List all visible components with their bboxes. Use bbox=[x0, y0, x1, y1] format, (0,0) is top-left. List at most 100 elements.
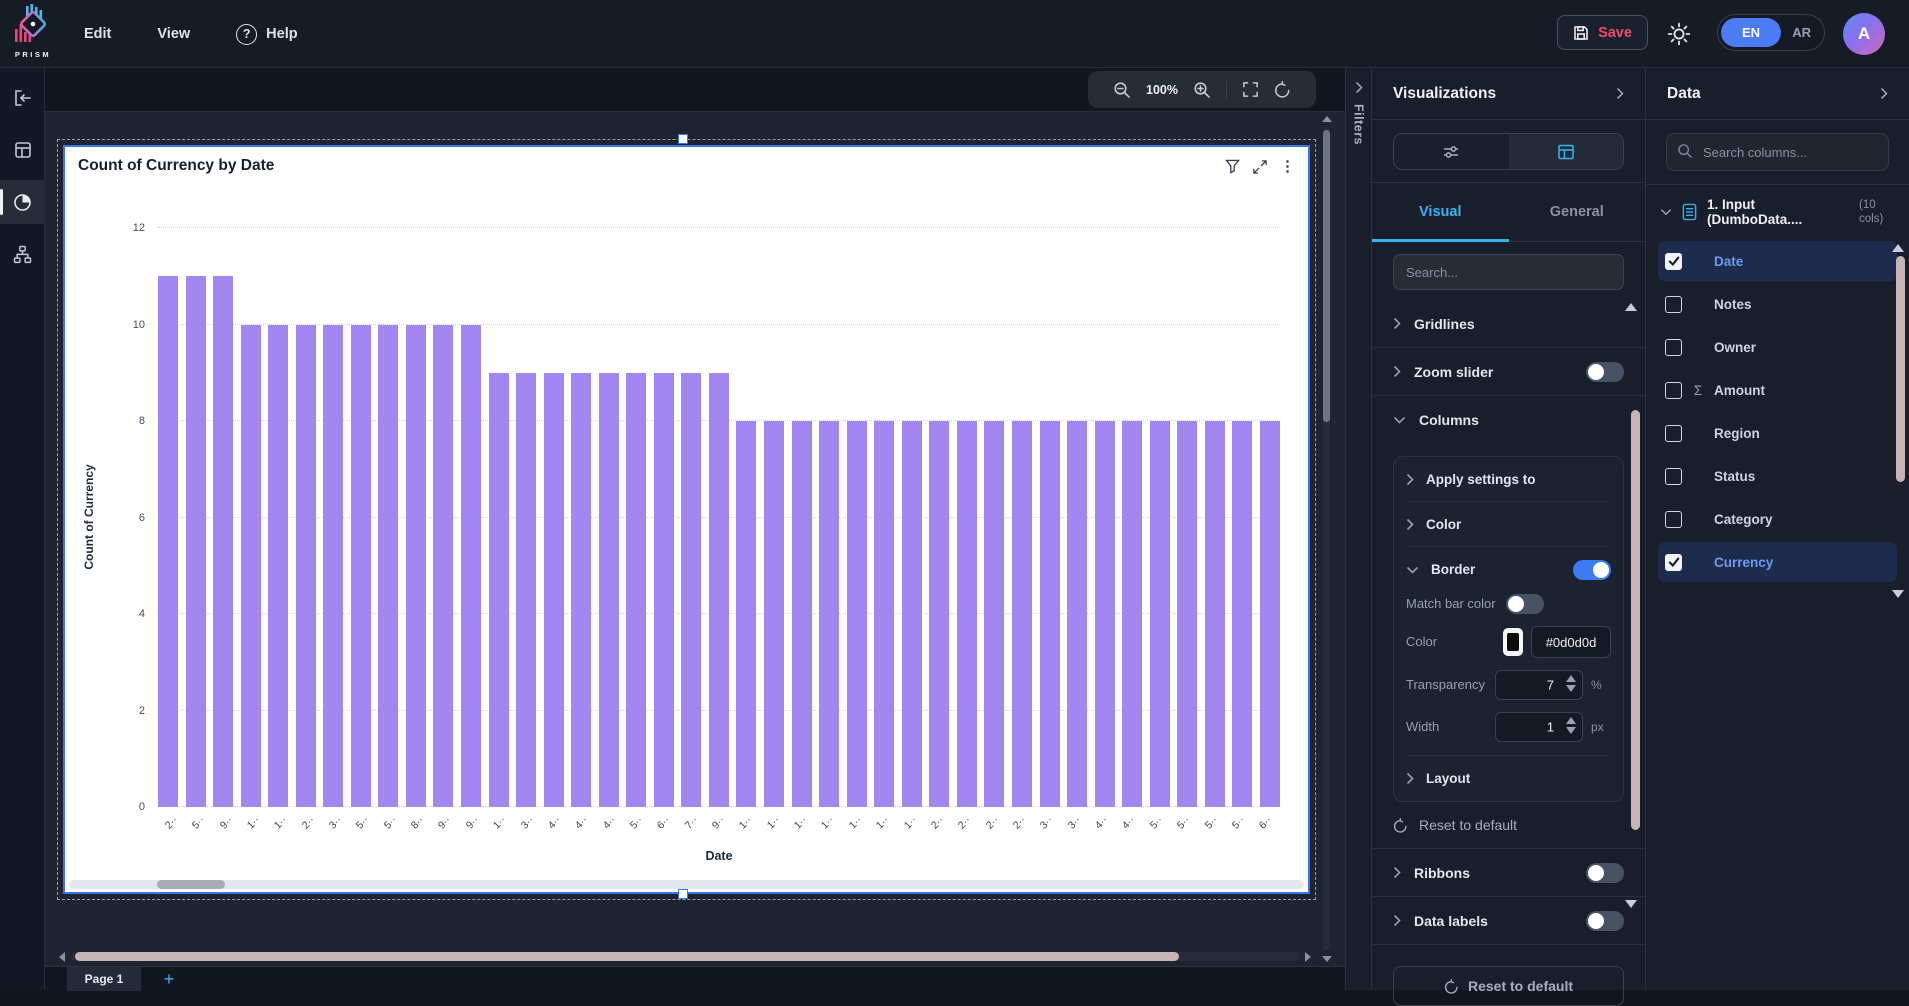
bar[interactable] bbox=[323, 325, 343, 808]
menu-help[interactable]: ? Help bbox=[236, 24, 297, 45]
field-checkbox[interactable] bbox=[1665, 511, 1682, 528]
border-color-value[interactable]: #0d0d0d bbox=[1531, 626, 1611, 658]
section-data-labels[interactable]: Data labels bbox=[1372, 897, 1645, 945]
bar[interactable] bbox=[957, 421, 977, 807]
canvas-horizontal-scrollbar[interactable] bbox=[57, 950, 1313, 963]
scroll-up-arrow[interactable] bbox=[1322, 116, 1332, 122]
bar[interactable] bbox=[654, 373, 674, 807]
visualizations-collapse-chevron-icon[interactable] bbox=[1616, 87, 1624, 100]
bar[interactable] bbox=[626, 373, 646, 807]
field-row[interactable]: Category bbox=[1658, 499, 1897, 539]
app-logo[interactable]: PRISM bbox=[9, 2, 57, 66]
bar[interactable] bbox=[544, 373, 564, 807]
field-row[interactable]: Currency bbox=[1658, 542, 1897, 582]
bar[interactable] bbox=[984, 421, 1004, 807]
dashboard-layout-icon[interactable] bbox=[0, 128, 45, 172]
field-row[interactable]: Region bbox=[1658, 413, 1897, 453]
viz-picker-layout[interactable] bbox=[1509, 134, 1624, 169]
chart-scrollbar-thumb[interactable] bbox=[157, 880, 225, 889]
bar[interactable] bbox=[1122, 421, 1142, 807]
scroll-down-arrow[interactable] bbox=[1322, 956, 1332, 962]
more-options-icon[interactable]: ⋮ bbox=[1280, 159, 1295, 174]
transparency-stepper[interactable] bbox=[1566, 675, 1576, 692]
bar[interactable] bbox=[1177, 421, 1197, 807]
field-row[interactable]: Status bbox=[1658, 456, 1897, 496]
scroll-left-arrow[interactable] bbox=[59, 952, 65, 962]
selection-handle-bottom[interactable] bbox=[678, 889, 688, 899]
zoom-out-icon[interactable] bbox=[1113, 81, 1131, 99]
bar[interactable] bbox=[599, 373, 619, 807]
tab-general[interactable]: General bbox=[1509, 183, 1646, 241]
bar[interactable] bbox=[792, 421, 812, 807]
data-collapse-chevron-icon[interactable] bbox=[1880, 87, 1888, 100]
bar[interactable] bbox=[296, 325, 316, 808]
data-search-input[interactable] bbox=[1666, 133, 1889, 171]
bar[interactable] bbox=[516, 373, 536, 807]
section-columns[interactable]: Columns bbox=[1372, 396, 1645, 444]
tab-visual[interactable]: Visual bbox=[1372, 183, 1509, 241]
bar[interactable] bbox=[902, 421, 922, 807]
user-avatar[interactable]: A bbox=[1843, 13, 1885, 55]
scroll-hint-down-icon[interactable] bbox=[1625, 900, 1637, 908]
save-button[interactable]: Save bbox=[1557, 15, 1648, 50]
zoom-slider-toggle[interactable] bbox=[1586, 362, 1624, 382]
bar[interactable] bbox=[929, 421, 949, 807]
field-row[interactable]: Owner bbox=[1658, 327, 1897, 367]
language-en[interactable]: EN bbox=[1721, 18, 1781, 47]
scroll-hint-up-icon[interactable] bbox=[1625, 303, 1637, 311]
bar[interactable] bbox=[1095, 421, 1115, 807]
bar[interactable] bbox=[681, 373, 701, 807]
page-tab-1[interactable]: Page 1 bbox=[67, 967, 141, 991]
bar[interactable] bbox=[406, 325, 426, 808]
zoom-in-icon[interactable] bbox=[1193, 81, 1211, 99]
hscroll-thumb[interactable] bbox=[75, 952, 1179, 961]
step-up-icon[interactable] bbox=[1566, 717, 1576, 724]
step-down-icon[interactable] bbox=[1566, 685, 1576, 692]
border-color-swatch[interactable] bbox=[1503, 628, 1523, 656]
canvas-vertical-scrollbar[interactable] bbox=[1320, 112, 1334, 966]
field-checkbox[interactable] bbox=[1665, 468, 1682, 485]
field-checkbox[interactable] bbox=[1665, 554, 1682, 571]
field-row[interactable]: Σ Amount bbox=[1658, 370, 1897, 410]
border-section-row[interactable]: Border bbox=[1406, 547, 1611, 592]
bar[interactable] bbox=[1067, 421, 1087, 807]
transparency-input[interactable]: 7 bbox=[1495, 670, 1583, 700]
border-toggle[interactable] bbox=[1573, 560, 1611, 580]
bar[interactable] bbox=[268, 325, 288, 808]
viz-picker-settings[interactable] bbox=[1394, 134, 1509, 169]
bar[interactable] bbox=[158, 276, 178, 807]
field-checkbox[interactable] bbox=[1665, 339, 1682, 356]
bar[interactable] bbox=[351, 325, 371, 808]
field-checkbox[interactable] bbox=[1665, 296, 1682, 313]
section-ribbons[interactable]: Ribbons bbox=[1372, 849, 1645, 897]
layout-section-row[interactable]: Layout bbox=[1406, 756, 1611, 801]
language-toggle[interactable]: EN AR bbox=[1717, 14, 1825, 51]
step-down-icon[interactable] bbox=[1566, 727, 1576, 734]
language-ar[interactable]: AR bbox=[1792, 15, 1811, 50]
bar[interactable] bbox=[1012, 421, 1032, 807]
match-bar-color-toggle[interactable] bbox=[1506, 594, 1544, 614]
field-checkbox[interactable] bbox=[1665, 425, 1682, 442]
scroll-hint-down-icon[interactable] bbox=[1892, 590, 1904, 598]
viz-search-input[interactable] bbox=[1393, 254, 1624, 290]
bar[interactable] bbox=[489, 373, 509, 807]
bar[interactable] bbox=[709, 373, 729, 807]
bar[interactable] bbox=[378, 325, 398, 808]
bar[interactable] bbox=[819, 421, 839, 807]
menu-view[interactable]: View bbox=[157, 26, 190, 42]
fit-to-screen-icon[interactable] bbox=[1242, 81, 1259, 98]
step-up-icon[interactable] bbox=[1566, 675, 1576, 682]
data-panel-scrollbar-thumb[interactable] bbox=[1896, 256, 1905, 482]
reset-to-default-link[interactable]: Reset to default bbox=[1372, 802, 1645, 849]
bar[interactable] bbox=[433, 325, 453, 808]
bar[interactable] bbox=[186, 276, 206, 807]
data-labels-toggle[interactable] bbox=[1586, 911, 1624, 931]
filters-collapsed-panel[interactable]: Filters bbox=[1345, 68, 1371, 990]
reset-to-default-button[interactable]: Reset to default bbox=[1393, 966, 1624, 1006]
field-checkbox[interactable] bbox=[1665, 382, 1682, 399]
section-gridlines[interactable]: Gridlines bbox=[1372, 300, 1645, 348]
viz-panel-scrollbar-thumb[interactable] bbox=[1631, 410, 1640, 830]
charts-pie-icon[interactable] bbox=[0, 180, 45, 224]
filter-funnel-icon[interactable] bbox=[1225, 159, 1240, 174]
scroll-hint-up-icon[interactable] bbox=[1892, 244, 1904, 252]
